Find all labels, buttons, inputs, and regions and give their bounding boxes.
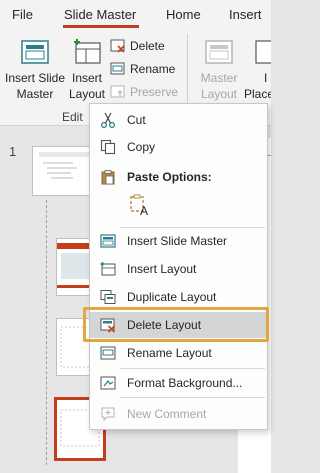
menu-item-format-background[interactable]: Format Background... [90,370,267,396]
rename-button-label: Rename [130,62,176,76]
delete-button[interactable]: Delete [110,36,180,56]
layout-tree-connector [46,200,47,465]
menu-separator [120,368,265,369]
menu-separator [120,397,265,398]
paste-keep-text-icon[interactable]: A [128,193,150,217]
context-menu: Cut Copy Paste Options: Insert Slide Mas… [89,103,268,430]
active-tab-indicator [63,25,139,28]
preserve-icon [110,85,125,98]
insert-slide-master-label-line1: Insert Slide [4,71,66,85]
tab-home[interactable]: Home [166,7,201,22]
master-layout-label-line1: Master [200,71,238,85]
tab-file[interactable]: File [12,7,33,22]
insert-slide-master-icon [100,234,116,248]
insert-layout-icon [74,39,101,64]
rename-button[interactable]: Rename [110,59,180,79]
master-layout-icon [205,40,233,64]
preserve-button-label: Preserve [130,85,179,99]
svg-text:A: A [140,204,148,217]
insert-layout-button[interactable]: Insert Layout [68,36,106,106]
delete-slide-icon [110,39,125,53]
preserve-button[interactable]: Preserve [110,82,180,102]
menu-item-insert-layout[interactable]: Insert Layout [90,256,267,282]
insert-placeholder-icon [255,40,271,64]
menu-item-copy[interactable]: Copy [90,134,267,160]
insert-layout-label-line2: Layout [68,87,106,101]
edit-group-label: Edit [62,110,83,124]
menu-item-paste-options: Paste Options: [90,164,267,190]
insert-placeholder-button[interactable]: I Placel [244,36,271,106]
rename-layout-icon [100,346,116,360]
menu-item-label: Insert Layout [127,262,197,276]
paste-icon [101,170,115,185]
menu-item-label: New Comment [127,407,207,421]
scissors-icon [100,112,116,128]
insert-slide-master-button[interactable]: Insert Slide Master [4,36,66,106]
insert-layout-icon [100,262,116,276]
format-background-icon [100,376,116,390]
master-layout-button[interactable]: Master Layout [196,36,242,106]
insert-slide-master-label-line2: Master [16,87,54,101]
menu-item-label: Rename Layout [127,346,212,360]
menu-item-cut[interactable]: Cut [90,107,267,133]
copy-icon [100,139,116,155]
duplicate-layout-icon [100,290,116,304]
master-layout-label-line2: Layout [200,87,238,101]
insert-placeholder-label-line1: I [264,71,268,85]
slide-number: 1 [9,144,17,159]
menu-item-rename-layout[interactable]: Rename Layout [90,340,267,366]
menu-item-insert-slide-master[interactable]: Insert Slide Master [90,228,267,254]
menu-item-label: Format Background... [127,376,243,390]
tab-slide-master[interactable]: Slide Master [64,7,136,22]
menu-item-label: Paste Options: [127,170,212,184]
rename-icon [110,62,125,75]
tab-insert[interactable]: Insert [229,7,262,22]
menu-item-label: Cut [127,113,146,127]
insert-layout-label-line1: Insert [71,71,102,85]
menu-item-label: Insert Slide Master [127,234,228,248]
delete-layout-highlight [83,307,269,342]
menu-item-new-comment[interactable]: New Comment [90,401,267,427]
insert-placeholder-label-line2: Placel [244,87,271,101]
delete-button-label: Delete [130,39,165,53]
menu-item-label: Copy [127,140,156,154]
insert-slide-master-icon [21,40,49,64]
ribbon-tab-bar: File Slide Master Home Insert [0,0,271,30]
new-comment-icon [101,407,115,422]
